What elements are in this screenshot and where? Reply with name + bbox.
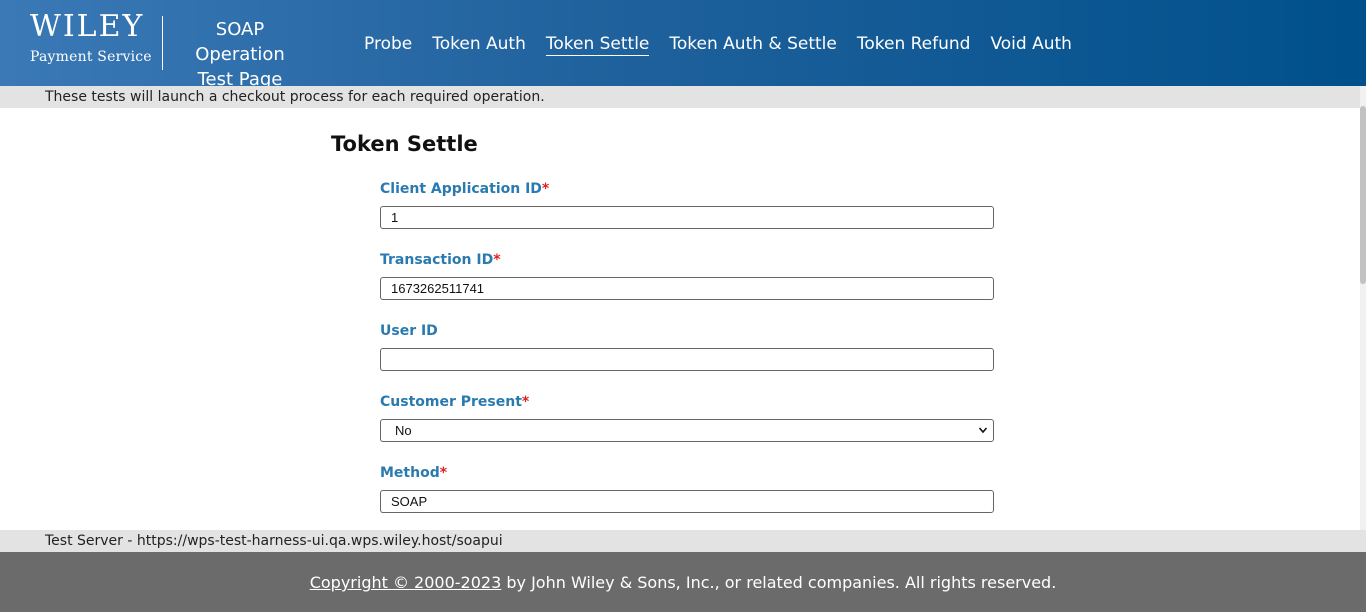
method-field: Method* <box>380 464 994 513</box>
nav-token-refund[interactable]: Token Refund <box>857 33 971 56</box>
required-marker: * <box>521 394 530 410</box>
wiley-logo[interactable]: WILEY Payment Service <box>30 11 154 66</box>
client-application-id-input[interactable] <box>380 206 994 229</box>
transaction-id-field: Transaction ID* <box>380 251 994 300</box>
customer-present-field: Customer Present* No <box>380 393 994 442</box>
client-application-id-field: Client Application ID* <box>380 180 994 229</box>
info-bar: These tests will launch a checkout proce… <box>0 86 1366 108</box>
app-title: SOAP Operation Test Page <box>170 17 310 92</box>
main-nav: Probe Token Auth Token Settle Token Auth… <box>364 33 1072 56</box>
scrollbar-thumb[interactable] <box>1360 106 1366 284</box>
label-text: User ID <box>380 323 438 339</box>
user-id-field: User ID <box>380 322 994 371</box>
field-label: Customer Present* <box>380 393 994 411</box>
nav-token-auth-settle[interactable]: Token Auth & Settle <box>669 33 836 56</box>
user-id-input[interactable] <box>380 348 994 371</box>
nav-probe[interactable]: Probe <box>364 33 412 56</box>
site-header: WILEY Payment Service SOAP Operation Tes… <box>0 0 1366 90</box>
required-marker: * <box>439 465 448 481</box>
logo-subtitle: Payment Service <box>30 49 152 65</box>
method-input[interactable] <box>380 490 994 513</box>
selected-value: No <box>395 423 412 438</box>
label-text: Client Application ID <box>380 181 542 197</box>
logo-divider <box>162 16 163 70</box>
site-footer: Copyright © 2000-2023 by John Wiley & So… <box>0 552 1366 612</box>
field-label: Method* <box>380 464 994 482</box>
nav-void-auth[interactable]: Void Auth <box>990 33 1071 56</box>
required-marker: * <box>541 181 550 197</box>
chevron-down-icon <box>978 427 988 434</box>
nav-token-auth[interactable]: Token Auth <box>432 33 526 56</box>
copyright-text: by John Wiley & Sons, Inc., or related c… <box>501 573 1057 592</box>
page-title: Token Settle <box>331 132 478 156</box>
server-bar: Test Server - https://wps-test-harness-u… <box>0 530 1366 552</box>
field-label: Transaction ID* <box>380 251 994 269</box>
label-text: Customer Present <box>380 394 522 410</box>
required-marker: * <box>493 252 501 268</box>
main-content: Token Settle Client Application ID* Tran… <box>0 108 1360 530</box>
page-scrollbar[interactable] <box>1360 86 1366 530</box>
app-title-line1: SOAP Operation <box>195 19 285 65</box>
field-label: User ID <box>380 322 994 340</box>
transaction-id-input[interactable] <box>380 277 994 300</box>
logo-wordmark: WILEY <box>30 9 145 44</box>
label-text: Transaction ID <box>380 252 494 268</box>
customer-present-select[interactable]: No <box>380 419 994 442</box>
nav-token-settle[interactable]: Token Settle <box>545 33 650 56</box>
label-text: Method <box>380 465 440 481</box>
copyright-link[interactable]: Copyright © 2000-2023 <box>310 573 502 592</box>
field-label: Client Application ID* <box>380 180 994 198</box>
